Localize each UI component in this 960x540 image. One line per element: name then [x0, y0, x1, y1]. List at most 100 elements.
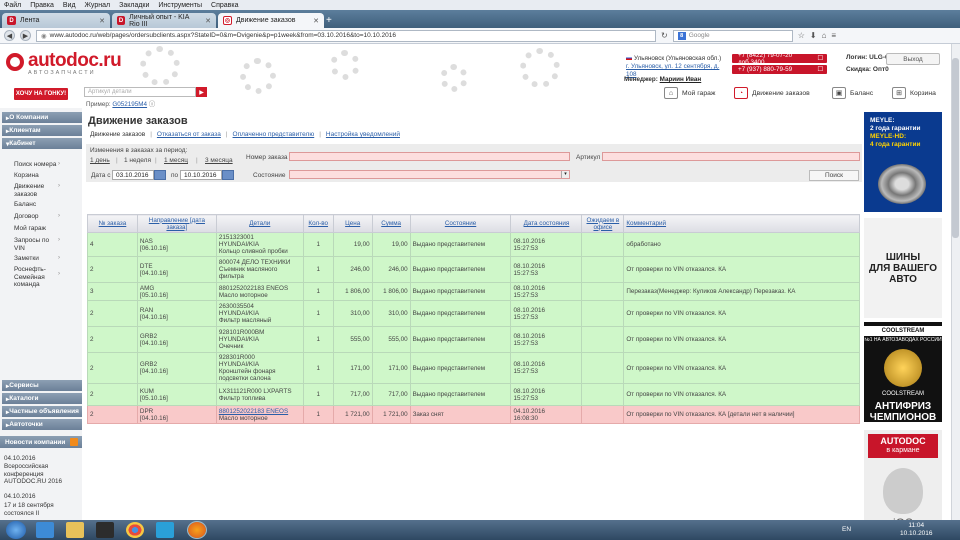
- logout-button[interactable]: Выход: [886, 53, 940, 65]
- language-indicator[interactable]: EN: [842, 526, 851, 533]
- menu-file[interactable]: Файл: [4, 2, 21, 9]
- col-qty[interactable]: Кол-во: [302, 214, 334, 233]
- sidebar-item-cart[interactable]: Корзина: [14, 172, 39, 180]
- menu-icon[interactable]: ≡: [831, 31, 836, 40]
- period-1-week[interactable]: 1 неделя: [124, 157, 151, 164]
- part-description: Кольцо сливной пробки: [218, 248, 288, 255]
- col-comment[interactable]: Комментарий: [623, 214, 860, 233]
- logo-tld: .ru: [98, 50, 122, 71]
- nav-my-garage[interactable]: ⌂ Мой гараж: [664, 86, 715, 100]
- ie-icon[interactable]: [36, 522, 54, 538]
- home-icon[interactable]: ⌂: [822, 31, 827, 40]
- subnav-notify[interactable]: Настройка уведомлений: [326, 131, 400, 138]
- col-sum[interactable]: Сумма: [371, 214, 411, 233]
- col-state-date[interactable]: Дата состояния: [510, 214, 583, 233]
- calendar-icon[interactable]: [154, 170, 166, 180]
- col-details[interactable]: Детали: [215, 214, 304, 233]
- sidebar-about[interactable]: ▸ О Компании: [2, 112, 82, 123]
- nav-order-movement[interactable]: ◔ Движение заказов: [734, 86, 810, 100]
- scrollbar-thumb[interactable]: [952, 58, 959, 238]
- period-1-day[interactable]: 1 день: [90, 157, 110, 164]
- part-search-input[interactable]: Артикул детали: [84, 87, 196, 97]
- article-input[interactable]: [602, 152, 860, 161]
- sidebar-cabinet[interactable]: ▾ Кабинет: [2, 138, 82, 149]
- order-number-input[interactable]: [289, 152, 570, 161]
- subnav-paid[interactable]: Оплаченнo представителю: [233, 131, 315, 138]
- state-select[interactable]: ▾: [289, 170, 570, 179]
- manager-name[interactable]: Мариин Иван: [660, 76, 702, 83]
- url-field[interactable]: ◉ www.autodoc.ru/web/pages/ordersubclien…: [36, 29, 656, 42]
- menu-help[interactable]: Справка: [211, 2, 238, 9]
- col-expected[interactable]: Ожидаем в офисе: [581, 214, 625, 233]
- part-description: Фильтр топлива: [218, 394, 266, 402]
- search-field[interactable]: 8 Google: [672, 29, 793, 42]
- sidebar-item-garage[interactable]: Мой гараж: [14, 225, 46, 233]
- sidebar-autopoints[interactable]: ▸ Автоточки: [2, 419, 82, 430]
- folder-icon[interactable]: [66, 522, 84, 538]
- order-num: 2: [90, 336, 94, 343]
- chrome-icon[interactable]: [126, 522, 144, 538]
- menu-edit[interactable]: Правка: [30, 2, 54, 9]
- menu-bookmarks[interactable]: Закладки: [119, 2, 149, 9]
- system-clock[interactable]: 11:04 10.10.2016: [900, 522, 933, 538]
- nav-label: Корзина: [910, 89, 936, 97]
- skype-icon[interactable]: [156, 522, 174, 538]
- sidebar-item-contract[interactable]: Договор: [14, 213, 39, 221]
- news-text[interactable]: 17 и 18 сентября состоялся II: [4, 502, 78, 517]
- sidebar-item-notes[interactable]: Заметки: [14, 255, 39, 263]
- close-icon[interactable]: ✕: [99, 17, 105, 25]
- calendar-icon[interactable]: [222, 170, 234, 180]
- sidebar-clients[interactable]: ▸ Клиентам: [2, 125, 82, 136]
- subnav-cancel[interactable]: Отказаться от заказа: [157, 131, 221, 138]
- media-player-icon[interactable]: [96, 522, 114, 538]
- firefox-icon[interactable]: [187, 521, 207, 539]
- nav-cart[interactable]: ⊞ Корзина: [892, 86, 936, 100]
- part-search-button[interactable]: ▶: [196, 87, 207, 97]
- menu-tools[interactable]: Инструменты: [158, 2, 202, 9]
- meyle-banner[interactable]: MEYLE: 2 года гарантии MEYLE-HD: 4 года …: [864, 112, 942, 212]
- period-3-months[interactable]: 3 месяца: [205, 157, 233, 164]
- reload-icon[interactable]: ↻: [661, 31, 668, 40]
- period-1-month[interactable]: 1 месяц: [164, 157, 188, 164]
- back-icon[interactable]: ◀: [4, 30, 15, 41]
- download-icon[interactable]: ⬇: [810, 31, 817, 40]
- race-promo-button[interactable]: ХОЧУ НА ГОНКУ!: [14, 88, 68, 100]
- date-from-input[interactable]: 03.10.2016: [112, 170, 154, 180]
- rss-icon[interactable]: [70, 438, 78, 446]
- forward-icon[interactable]: ▶: [20, 30, 31, 41]
- nav-balance[interactable]: ▣ Баланс: [832, 86, 873, 100]
- region-name[interactable]: Ульяновск (Ульяновская обл.): [634, 55, 721, 62]
- sidebar-catalogs[interactable]: ▸ Каталоги: [2, 393, 82, 404]
- close-icon[interactable]: ✕: [205, 17, 211, 25]
- site-logo[interactable]: autodoc.ru АВТОЗАПЧАСТИ: [6, 50, 122, 76]
- date-to-input[interactable]: 10.10.2016: [180, 170, 222, 180]
- menu-history[interactable]: Журнал: [85, 2, 111, 9]
- news-header[interactable]: Новости компании: [0, 436, 82, 448]
- col-price[interactable]: Цена: [332, 214, 373, 233]
- col-direction[interactable]: Направление [дата заказа]: [136, 214, 217, 233]
- example-value[interactable]: G052195M4: [112, 101, 147, 108]
- sidebar-item-number-search[interactable]: Поиск номера: [14, 161, 56, 169]
- tab-orders[interactable]: ◎ Движение заказов ✕: [218, 13, 324, 28]
- part-code: 800074 ДЕЛО ТЕХНИКИ: [218, 259, 291, 266]
- news-text[interactable]: Всероссийская конференция AUTODOC.RU 201…: [4, 463, 78, 486]
- star-icon[interactable]: ☆: [798, 31, 805, 40]
- new-tab-button[interactable]: +: [326, 13, 338, 28]
- sidebar-item-vin[interactable]: Запросы по VIN: [14, 237, 60, 252]
- tires-banner[interactable]: ШИНЫ ДЛЯ ВАШЕГО АВТО: [864, 218, 942, 318]
- sidebar-item-rosneft[interactable]: Роснефть-Семейная команда: [14, 266, 60, 289]
- close-icon[interactable]: ✕: [313, 17, 319, 25]
- sidebar-item-balance[interactable]: Баланс: [14, 201, 36, 209]
- menu-view[interactable]: Вид: [63, 2, 76, 9]
- tab-experience[interactable]: D Личный опыт - KIA Rio III ✕: [112, 13, 216, 28]
- sidebar-services[interactable]: ▸ Сервисы: [2, 380, 82, 391]
- tab-lenta[interactable]: D Лента ✕: [2, 13, 110, 28]
- windows-start-icon[interactable]: [6, 521, 26, 539]
- col-order-num[interactable]: № заказа: [87, 214, 138, 233]
- table-cell: От проверки по VIN отказался. КА: [623, 300, 860, 327]
- col-state[interactable]: Состояние: [409, 214, 512, 233]
- sidebar-item-orders[interactable]: Движение заказов: [14, 183, 60, 198]
- search-button[interactable]: Поиск: [809, 170, 859, 181]
- coolstream-banner[interactable]: COOLSTREAM №1 НА АВТОЗАВОДАХ РОССИИ COOL…: [864, 322, 942, 423]
- sidebar-ads[interactable]: ▸ Частные объявления: [2, 406, 82, 417]
